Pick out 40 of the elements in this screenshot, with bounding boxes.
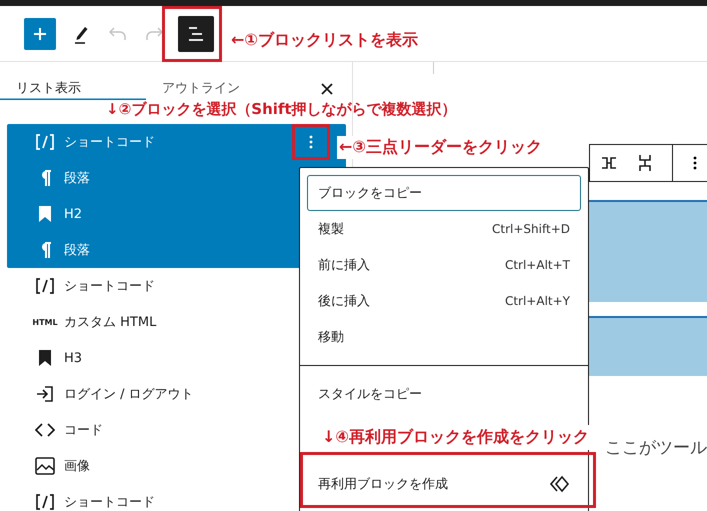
- shortcode-icon: [35, 277, 55, 295]
- html-icon: HTML: [32, 318, 58, 326]
- menu-item[interactable]: 移動: [307, 319, 581, 355]
- undo-icon: [109, 26, 127, 40]
- list-view-tab[interactable]: リスト表示: [0, 74, 146, 100]
- menu-item[interactable]: 後に挿入 Ctrl+Alt+Y: [307, 283, 581, 319]
- more-vertical-icon[interactable]: [693, 156, 697, 170]
- code-icon: [35, 423, 55, 437]
- menu-item-label: スタイルをコピー: [318, 386, 422, 403]
- plus-icon: [32, 26, 48, 42]
- list-view-icon: [186, 24, 206, 42]
- menu-item-label: 移動: [318, 329, 344, 346]
- close-icon[interactable]: [320, 82, 334, 96]
- bookmark-icon: [39, 206, 51, 222]
- menu-item-label: 後に挿入: [318, 293, 370, 310]
- editor-text: ここがツール: [605, 437, 707, 459]
- shortcode-icon: [35, 493, 55, 511]
- keyboard-shortcut: Ctrl+Alt+T: [504, 258, 570, 272]
- keyboard-shortcut: Ctrl+Alt+Y: [504, 294, 570, 308]
- login-icon: [36, 385, 54, 403]
- reusable-block-icon: [550, 475, 570, 493]
- highlight-frame: [292, 124, 330, 160]
- annotation-text: ↓②ブロックを選択（Shift押しながらで複数選択）: [106, 100, 457, 119]
- bookmark-icon: [39, 350, 51, 366]
- add-block-button[interactable]: [24, 18, 56, 50]
- menu-item[interactable]: ブロックをコピー: [307, 175, 581, 211]
- keyboard-shortcut: Ctrl+Shift+D: [492, 222, 570, 236]
- annotation-text: ←①ブロックリストを表示: [231, 30, 418, 51]
- list-view-tab[interactable]: アウトライン: [146, 74, 292, 100]
- menu-item[interactable]: 再利用ブロックを作成: [307, 466, 581, 502]
- image-icon: [35, 457, 55, 475]
- height-icon[interactable]: [638, 153, 652, 173]
- menu-item[interactable]: スタイルをコピー: [307, 376, 581, 412]
- align-icon[interactable]: [600, 155, 618, 171]
- highlight-frame: [162, 6, 222, 62]
- redo-icon: [145, 26, 163, 40]
- shortcode-icon: [35, 133, 55, 151]
- list-view-button[interactable]: [178, 16, 214, 52]
- menu-item-label: 再利用ブロックを作成: [318, 476, 448, 493]
- more-vertical-icon: [309, 135, 313, 149]
